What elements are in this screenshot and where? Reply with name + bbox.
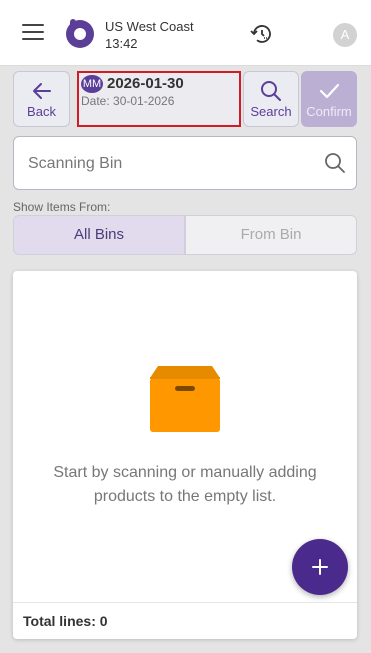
add-product-button[interactable] xyxy=(292,539,348,595)
app-header: US West Coast 13:42 A xyxy=(0,0,371,66)
arrow-left-icon xyxy=(32,83,51,99)
package-box-icon xyxy=(150,366,220,432)
document-title: 2026-01-30 xyxy=(107,75,184,92)
doc-type-badge: MM xyxy=(81,75,103,93)
app-logo xyxy=(66,19,94,48)
clock-time: 13:42 xyxy=(105,36,138,51)
back-button[interactable]: Back xyxy=(13,71,70,127)
document-toolbar: Back MM 2026-01-30 Date: 30-01-2026 Sear… xyxy=(0,71,371,127)
show-items-label: Show Items From: xyxy=(13,200,111,214)
all-bins-option[interactable]: All Bins xyxy=(13,215,185,255)
bin-filter-toggle: All Bins From Bin xyxy=(13,215,357,255)
menu-icon[interactable] xyxy=(22,24,44,42)
confirm-label: Confirm xyxy=(306,104,352,119)
location-info: US West Coast 13:42 xyxy=(105,18,194,52)
items-list: Start by scanning or manually adding pro… xyxy=(13,271,357,639)
sync-history-icon[interactable] xyxy=(250,22,274,46)
avatar[interactable]: A xyxy=(333,23,357,47)
document-date: Date: 30-01-2026 xyxy=(81,94,175,108)
from-bin-option[interactable]: From Bin xyxy=(185,215,357,255)
plus-icon xyxy=(312,559,328,575)
location-name: US West Coast xyxy=(105,19,194,34)
confirm-button[interactable]: Confirm xyxy=(301,71,357,127)
search-icon[interactable] xyxy=(324,152,346,174)
total-lines: Total lines: 0 xyxy=(13,602,357,639)
search-label: Search xyxy=(250,104,292,119)
empty-list-message: Start by scanning or manually adding pro… xyxy=(53,464,317,505)
scanning-bin-field[interactable] xyxy=(13,136,357,190)
document-info[interactable]: MM 2026-01-30 Date: 30-01-2026 xyxy=(77,71,241,127)
search-icon xyxy=(261,81,281,101)
scanning-bin-input[interactable] xyxy=(28,152,318,176)
checkmark-icon xyxy=(319,83,340,99)
search-button[interactable]: Search xyxy=(243,71,299,127)
back-label: Back xyxy=(27,104,56,119)
